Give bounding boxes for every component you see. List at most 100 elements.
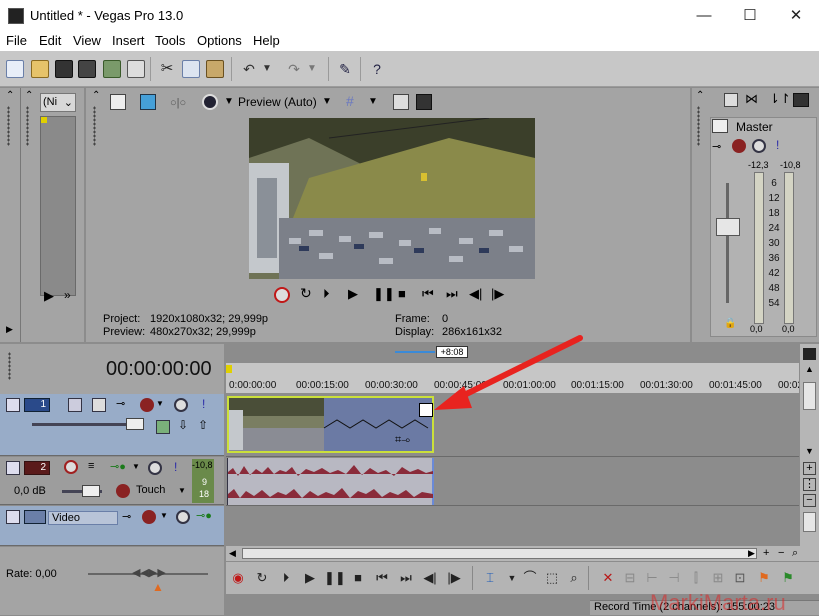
menu-help[interactable]: Help [253,33,280,48]
split-icon[interactable]: ⫿ [686,568,706,588]
chevron-up-icon[interactable]: ⌃ [25,90,33,101]
minimize-button[interactable]: — [681,0,727,31]
mixer-properties-icon[interactable] [724,93,738,107]
video-event-clip[interactable]: ⌗⊸ [227,396,434,453]
track-2-header[interactable]: 2 ≡ ⊸● ▼ ! 0,0 dB Touch ▼ -10,8 9 18 [0,457,224,505]
close-button[interactable]: ✕ [773,0,819,31]
redo-icon[interactable]: ↷ [285,60,303,78]
loop-icon[interactable]: ↻ [300,285,312,302]
zoom-out-icon[interactable]: − [778,547,784,559]
dock-grip[interactable] [93,106,96,146]
master-mute-icon[interactable] [752,139,766,153]
play-icon[interactable]: ▶ [300,568,320,588]
track-fx-icon[interactable] [142,510,156,524]
properties-icon[interactable] [127,60,145,78]
preview-fx-icon[interactable] [202,94,218,110]
pause-icon[interactable]: ❚❚ [324,568,346,588]
render-icon[interactable] [103,60,121,78]
track-fx-icon[interactable] [140,398,154,412]
stop-icon[interactable]: ■ [398,286,406,301]
track-name[interactable]: Video [48,511,118,525]
zoom-in-vertical-icon[interactable]: + [803,462,816,475]
record-icon[interactable]: ◉ [228,568,248,588]
automation-mode-select[interactable]: Touch [136,484,165,496]
mixer-view-icon[interactable] [793,93,809,107]
solo-icon[interactable]: ! [202,397,205,411]
collapse-up-icon[interactable]: ⇧ [198,418,208,432]
zoom-select[interactable]: (Ni ⌄ [40,93,76,112]
normal-edit-tool-icon[interactable]: ⌶ [480,568,500,588]
mute-icon[interactable] [174,398,188,412]
open-folder-icon[interactable] [31,60,49,78]
dock-grip[interactable] [8,352,11,380]
redo-dropdown-icon[interactable]: ▼ [307,60,325,78]
zoom-tool-icon[interactable]: ⌕ [792,547,798,560]
scroll-up-icon[interactable]: ▲ [805,364,814,374]
trim-icon[interactable]: ⊟ [620,568,640,588]
downmix-icon[interactable]: ⋈ [745,91,758,107]
help-pointer-icon[interactable]: ? [368,60,386,78]
project-properties-icon[interactable] [110,94,126,110]
rate-slider-thumb[interactable]: ◀◀▶▶ [132,566,166,579]
scroll-thumb[interactable] [803,382,816,410]
zoom-out-vertical-icon[interactable]: − [803,494,816,507]
volume-slider-thumb[interactable] [82,485,100,497]
chevron-down-icon[interactable]: ▼ [502,568,522,588]
dock-grip[interactable] [697,106,700,146]
play-icon[interactable]: ▶ [348,286,358,302]
chevron-down-icon[interactable]: ▼ [160,511,168,520]
save-as-icon[interactable] [78,60,96,78]
expand-right-icon[interactable]: ▶ [6,324,13,335]
make-compositing-child-icon[interactable] [92,398,106,412]
split-screen-icon[interactable]: ○|○ [170,97,186,109]
chevron-down-icon[interactable]: ▼ [132,462,140,471]
brush-icon[interactable]: ✎ [336,60,354,78]
track-height-icon[interactable]: ⋮ [803,478,816,491]
track-expand-icon[interactable] [6,510,20,524]
track-fx-chain-icon[interactable]: ⊸● [196,509,212,522]
zoom-tool-icon[interactable]: ⌕ [564,568,584,588]
scroll-down-icon[interactable]: ▼ [805,446,814,456]
chevron-up-icon[interactable]: ⌃ [696,90,704,101]
menu-options[interactable]: Options [197,33,242,48]
pause-icon[interactable]: ❚❚ [373,286,395,302]
next-frame-icon[interactable]: |▶ [491,286,504,302]
loop-icon[interactable]: ↻ [252,568,272,588]
trim-end-icon[interactable]: ⊣ [664,568,684,588]
track-expand-icon[interactable] [6,398,20,412]
lock-icon[interactable]: ⊡ [730,568,750,588]
record-icon[interactable] [274,287,290,303]
mute-icon[interactable] [148,461,162,475]
selection-tool-icon[interactable]: ⬚ [542,568,562,588]
track-motion-icon[interactable]: ⊸ [122,510,131,523]
insert-marker-icon[interactable]: ⚑ [754,568,774,588]
insert-region-icon[interactable]: ⚑ [778,568,798,588]
horizontal-scrollbar[interactable]: ◀ ▶ + − ⌕ [226,546,819,561]
go-to-start-icon[interactable]: ⏮ [422,286,434,302]
trimmer-area[interactable] [40,116,76,296]
audio-event-clip[interactable] [227,458,434,505]
chevron-down-icon[interactable]: ▼ [178,486,186,495]
menu-view[interactable]: View [73,33,101,48]
menu-file[interactable]: File [6,33,27,48]
track-fx-chain-icon[interactable]: ⊸● [110,460,126,473]
chevron-down-icon[interactable]: ▼ [368,96,378,107]
scroll-left-icon[interactable]: ◀ [229,548,236,559]
go-to-start-icon[interactable]: ⏮ [372,568,392,588]
track-3-header[interactable]: Video ⊸ ▼ ⊸● [0,506,224,546]
previous-frame-icon[interactable]: ◀| [420,568,440,588]
master-fx-chain-icon[interactable]: ⊸ [712,140,721,153]
trim-start-icon[interactable]: ⊢ [642,568,662,588]
preview-quality-select[interactable]: Preview (Auto) [238,95,317,109]
save-snapshot-icon[interactable] [416,94,432,110]
play-from-start-icon[interactable]: ⏵ [276,568,296,588]
envelope-tool-icon[interactable]: ⌒ [520,568,540,588]
chevron-down-icon[interactable]: ▼ [156,399,164,408]
undo-dropdown-icon[interactable]: ▼ [262,60,280,78]
lock-icon[interactable]: 🔒 [724,318,736,329]
mute-icon[interactable] [176,510,190,524]
arm-record-icon[interactable] [64,460,78,474]
event-pan-crop-icon[interactable]: ⌗⊸ [395,434,410,447]
play-icon[interactable]: ▶ [44,288,54,304]
master-solo-icon[interactable]: ! [776,138,779,152]
